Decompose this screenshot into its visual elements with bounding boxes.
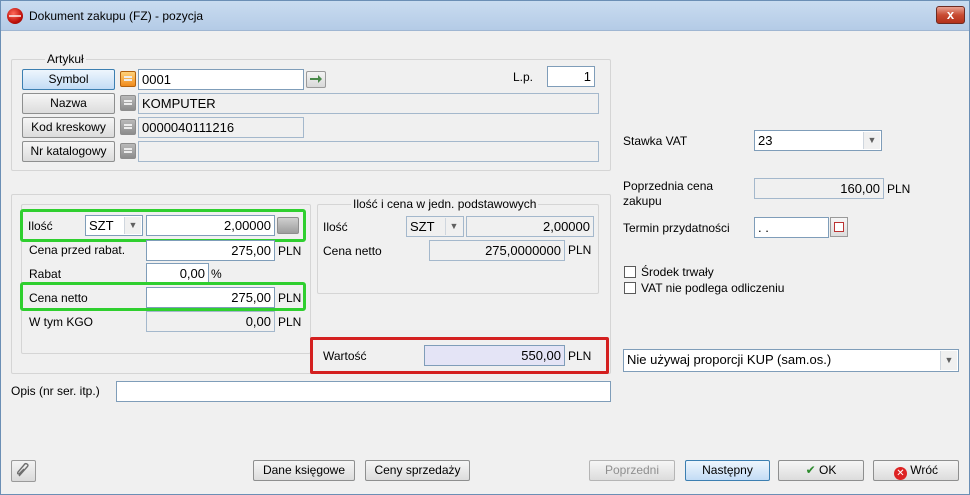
kod-kreskowy-input[interactable]: 0000040111216 [138, 117, 304, 138]
symbol-lookup-icon[interactable] [120, 71, 136, 87]
rabat-input[interactable]: 0,00 [146, 263, 209, 284]
dane-ksiegowe-button[interactable]: Dane księgowe [253, 460, 355, 481]
opis-input[interactable] [116, 381, 611, 402]
nastepny-label: Następny [702, 463, 753, 477]
nr-katalogowy-input[interactable] [138, 141, 599, 162]
ceny-sprzedazy-button[interactable]: Ceny sprzedaży [365, 460, 470, 481]
termin-input[interactable]: . . [754, 217, 829, 238]
ok-button[interactable]: ✔ OK [778, 460, 864, 481]
chevron-down-icon: ▼ [940, 351, 957, 370]
vat-nie-podlega-label: VAT nie podlega odliczeniu [641, 281, 785, 295]
basic-unit-value: SZT [410, 219, 435, 234]
nrkat-lookup-icon[interactable] [120, 143, 136, 159]
nazwa-button[interactable]: Nazwa [22, 93, 115, 114]
proporcja-select[interactable]: Nie używaj proporcji KUP (sam.os.) ▼ [623, 349, 959, 372]
chevron-down-icon: ▼ [445, 218, 462, 235]
dane-ksiegowe-label: Dane księgowe [262, 463, 346, 477]
rabat-label: Rabat [29, 267, 62, 281]
wroc-button[interactable]: ✕ Wróć [873, 460, 959, 481]
paperclip-icon [16, 462, 29, 477]
close-button[interactable]: x [936, 6, 965, 24]
cancel-icon: ✕ [893, 467, 907, 480]
wartosc-highlight [310, 337, 609, 374]
cena-przed-input[interactable]: 275,00 [146, 240, 275, 261]
wroc-label: Wróć [910, 463, 939, 477]
cena-przed-label: Cena przed rabat. [29, 243, 126, 257]
ceny-sprzedazy-label: Ceny sprzedaży [374, 463, 461, 477]
arrow-swap-icon [310, 75, 322, 83]
symbol-input[interactable]: 0001 [138, 69, 304, 90]
chevron-down-icon: ▼ [863, 132, 880, 149]
basic-unit-select[interactable]: SZT ▼ [406, 216, 464, 237]
nazwa-lookup-icon[interactable] [120, 95, 136, 111]
title-bar: Dokument zakupu (FZ) - pozycja x [1, 1, 969, 31]
opis-label: Opis (nr ser. itp.) [11, 384, 100, 398]
kgo-input[interactable]: 0,00 [146, 311, 275, 332]
kod-lookup-icon[interactable] [120, 119, 136, 135]
poprzedni-button[interactable]: Poprzedni [589, 460, 675, 481]
poprzednia-cena-input[interactable]: 160,00 [754, 178, 884, 199]
rabat-percent: % [211, 267, 222, 281]
artykul-legend: Artykuł [45, 52, 86, 66]
basic-units-legend: Ilość i cena w jedn. podstawowych [351, 197, 539, 211]
poprzednia-cena-currency: PLN [887, 182, 911, 196]
ok-label: OK [819, 463, 837, 477]
poprzednia-cena-label-2: zakupu [623, 194, 662, 208]
lp-input[interactable]: 1 [547, 66, 595, 87]
ilosc-highlight [20, 209, 306, 242]
nastepny-button[interactable]: Następny [685, 460, 770, 481]
nazwa-input[interactable]: KOMPUTER [138, 93, 599, 114]
poprzednia-cena-label-1: Poprzednia cena [623, 179, 714, 193]
basic-cena-currency: PLN [568, 243, 592, 257]
calendar-icon[interactable] [830, 217, 848, 237]
kgo-currency: PLN [278, 315, 302, 329]
symbol-button[interactable]: Symbol [22, 69, 115, 90]
poprzedni-label: Poprzedni [604, 463, 660, 477]
stawka-vat-label: Stawka VAT [623, 134, 688, 148]
vat-nie-podlega-checkbox[interactable] [624, 282, 636, 294]
stawka-vat-value: 23 [758, 133, 773, 148]
stawka-vat-select[interactable]: 23 ▼ [754, 130, 882, 151]
proporcja-value: Nie używaj proporcji KUP (sam.os.) [627, 352, 832, 367]
basic-cena-input[interactable]: 275,0000000 [429, 240, 565, 261]
cena-netto-highlight [20, 282, 306, 311]
calendar-glyph [834, 222, 844, 232]
termin-label: Termin przydatności [623, 221, 730, 235]
checkmark-icon: ✔ [805, 463, 816, 477]
lp-label: L.p. [513, 70, 534, 84]
cena-przed-currency: PLN [278, 244, 302, 258]
nr-katalogowy-button[interactable]: Nr katalogowy [22, 141, 115, 162]
basic-ilosc-input[interactable]: 2,00000 [466, 216, 594, 237]
basic-cena-label: Cena netto [323, 244, 382, 258]
srodek-trwaly-label: Środek trwały [641, 265, 714, 279]
basic-ilosc-label: Ilość [323, 220, 348, 234]
srodek-trwaly-checkbox[interactable] [624, 266, 636, 278]
kgo-label: W tym KGO [29, 315, 93, 329]
kod-kreskowy-button[interactable]: Kod kreskowy [22, 117, 115, 138]
attachment-button[interactable] [11, 460, 36, 482]
app-logo-icon [7, 8, 23, 24]
window-title: Dokument zakupu (FZ) - pozycja [29, 9, 204, 23]
symbol-action-button[interactable] [306, 71, 326, 88]
dialog-window: Dokument zakupu (FZ) - pozycja x Artykuł… [0, 0, 970, 495]
